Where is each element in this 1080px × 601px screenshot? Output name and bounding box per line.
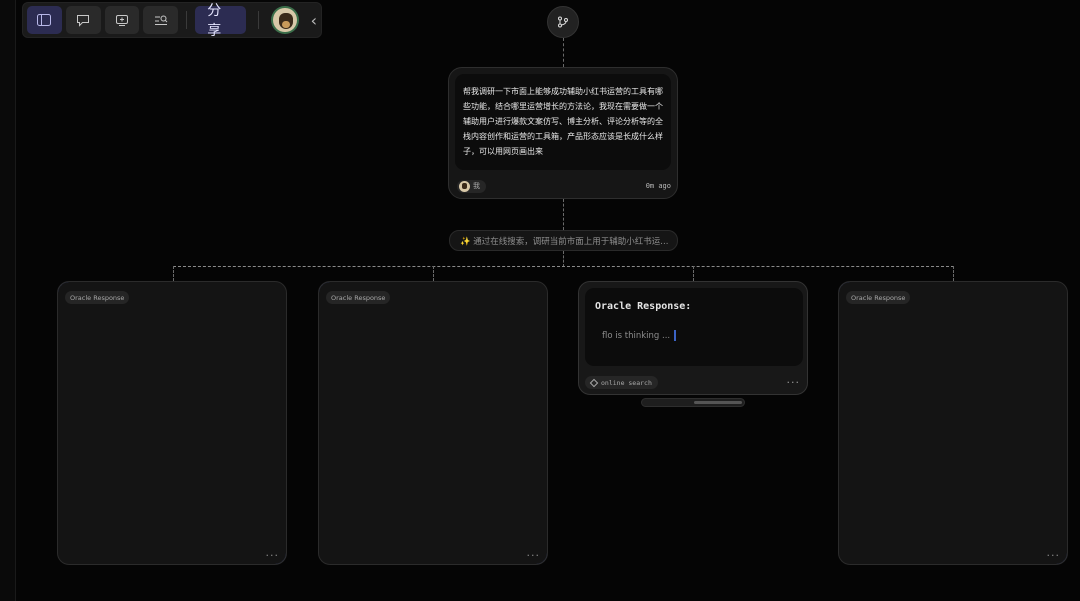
add-frame-button[interactable]	[104, 6, 140, 34]
more-options-icon[interactable]: ···	[1047, 549, 1061, 562]
response-tag: Oracle Response	[65, 291, 130, 304]
chevron-left-icon[interactable]: ‹	[311, 11, 317, 30]
top-toolbar: 分享 ‹	[22, 2, 322, 39]
connector-line	[433, 266, 434, 281]
active-response-card[interactable]: Oracle Response: flo is thinking ... onl…	[578, 281, 808, 395]
search-list-button[interactable]	[143, 6, 179, 34]
text-cursor	[674, 330, 677, 341]
oracle-response-card[interactable]: Oracle Response ···	[57, 281, 287, 565]
connector-line	[173, 266, 174, 281]
more-options-icon[interactable]: ···	[787, 376, 801, 389]
diamond-icon	[589, 378, 599, 387]
connector-line	[173, 266, 954, 267]
connector-line	[693, 266, 694, 281]
add-frame-icon	[116, 14, 129, 26]
online-search-chip[interactable]: online search	[585, 376, 658, 389]
message-footer: 我 0m ago	[457, 179, 671, 193]
sidebar-toggle-button[interactable]	[27, 6, 62, 34]
thinking-status: flo is thinking ...	[602, 330, 677, 341]
oracle-response-card[interactable]: Oracle Response ···	[318, 281, 548, 565]
response-tag: Oracle Response	[846, 291, 911, 304]
user-chip: 我	[457, 179, 486, 193]
search-task-pill[interactable]: ✨ 通过在线搜索，调研当前市面上用于辅助小红书运...	[449, 230, 678, 251]
branch-button[interactable]	[547, 6, 579, 38]
toolbar-divider	[186, 11, 188, 29]
avatar	[459, 180, 470, 192]
thinking-text: flo is thinking ...	[602, 330, 671, 341]
new-chat-button[interactable]	[65, 6, 101, 34]
response-body: Oracle Response: flo is thinking ...	[585, 288, 803, 366]
horizontal-scrollbar[interactable]	[641, 398, 745, 407]
user-name: 我	[473, 182, 480, 190]
connector-line	[563, 38, 564, 67]
branch-icon	[558, 16, 568, 28]
connector-line	[953, 266, 954, 281]
response-tag: Oracle Response	[326, 291, 391, 304]
message-timestamp: 0m ago	[645, 182, 671, 190]
scrollbar-thumb[interactable]	[694, 401, 742, 404]
chat-icon	[77, 14, 90, 27]
sidebar-icon	[37, 14, 52, 26]
user-avatar[interactable]	[271, 6, 299, 34]
search-list-icon	[154, 15, 168, 25]
left-rail	[0, 0, 16, 601]
connector-line	[563, 199, 564, 230]
user-message-card[interactable]: 帮我调研一下市面上能够成功辅助小红书运营的工具有哪些功能，结合哪里运营增长的方法…	[448, 67, 678, 199]
toolbar-divider	[258, 11, 260, 29]
more-options-icon[interactable]: ···	[266, 549, 280, 562]
share-button[interactable]: 分享	[195, 3, 247, 39]
oracle-response-card[interactable]: Oracle Response ···	[838, 281, 1068, 565]
more-options-icon[interactable]: ···	[527, 549, 541, 562]
response-title: Oracle Response:	[595, 301, 692, 312]
message-body: 帮我调研一下市面上能够成功辅助小红书运营的工具有哪些功能，结合哪里运营增长的方法…	[455, 74, 671, 170]
connector-line	[563, 251, 564, 267]
chip-label: online search	[601, 378, 652, 387]
message-text: 帮我调研一下市面上能够成功辅助小红书运营的工具有哪些功能，结合哪里运营增长的方法…	[463, 87, 663, 156]
